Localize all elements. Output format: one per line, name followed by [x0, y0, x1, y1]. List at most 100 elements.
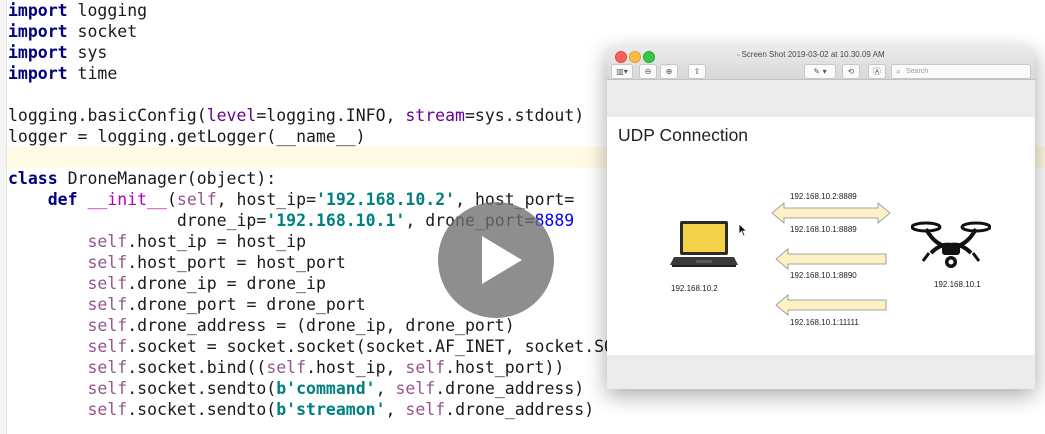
- code-token: self: [266, 358, 307, 377]
- annotate-icon: Ⓐ: [873, 67, 881, 76]
- code-token: self: [87, 316, 128, 335]
- code-token: '192.168.10.2': [316, 190, 456, 209]
- code-line[interactable]: import sys: [8, 42, 107, 63]
- code-line[interactable]: self.socket = socket.socket(socket.AF_IN…: [8, 336, 703, 357]
- zoom-in-icon: ⊕: [665, 67, 673, 76]
- code-line[interactable]: self.socket.sendto(b'command', self.dron…: [8, 378, 584, 399]
- code-token: ,: [375, 379, 396, 398]
- code-token: socket: [67, 22, 138, 41]
- arrow-2-label: 192.168.10.1:8890: [790, 271, 857, 280]
- code-token: self: [87, 274, 128, 293]
- zoom-out-icon: ⊖: [644, 67, 652, 76]
- code-token: import: [8, 43, 68, 62]
- close-window-button[interactable]: [615, 51, 627, 63]
- laptop-icon: [670, 221, 738, 267]
- drone-icon: [911, 221, 991, 268]
- code-token: import: [8, 64, 68, 83]
- code-token: self: [87, 232, 128, 251]
- zoom-out-button[interactable]: ⊖: [639, 64, 657, 79]
- code-token: .drone_address): [435, 379, 585, 398]
- code-token: self: [405, 358, 446, 377]
- code-token: .host_ip = host_ip: [127, 232, 307, 251]
- code-token: self: [87, 358, 128, 377]
- code-token: , host_ip=: [216, 190, 317, 209]
- code-line[interactable]: self.drone_address = (drone_ip, drone_po…: [8, 315, 515, 336]
- code-token: DroneManager(object):: [57, 169, 277, 188]
- code-token: .socket.bind((: [127, 358, 267, 377]
- code-token: =sys.stdout): [464, 106, 585, 125]
- code-token: self: [87, 295, 128, 314]
- code-token: class: [8, 169, 58, 188]
- minimize-window-button[interactable]: [629, 51, 641, 63]
- code-token: .drone_address = (drone_ip, drone_port): [127, 316, 515, 335]
- code-line[interactable]: self.socket.sendto(b'streamon', self.dro…: [8, 399, 594, 420]
- slide-content: UDP Connection 192.168.10.2 192.168.10.2…: [607, 117, 1035, 355]
- code-token: .host_ip,: [306, 358, 406, 377]
- code-token: sys: [67, 43, 108, 62]
- left-arrow-11111: [775, 294, 887, 316]
- share-button[interactable]: ⇧: [688, 64, 706, 79]
- code-token: def: [47, 190, 78, 209]
- sidebar-icon: ▥▾: [616, 67, 628, 76]
- code-line[interactable]: self.drone_ip = drone_ip: [8, 273, 326, 294]
- code-token: b'command': [276, 379, 376, 398]
- preview-window[interactable]: ▫ Screen Shot 2019-03-02 at 10.30.09 AM …: [607, 47, 1035, 389]
- code-token: stream: [405, 106, 465, 125]
- code-token: self: [395, 379, 436, 398]
- editor-gutter: [0, 0, 7, 434]
- laptop-ip-label: 192.168.10.2: [671, 284, 718, 293]
- code-line[interactable]: import time: [8, 63, 117, 84]
- code-token: .drone_address): [445, 400, 595, 419]
- code-token: logging.basicConfig(: [8, 106, 207, 125]
- code-token: import: [8, 1, 68, 20]
- markup-icon: ✎ ▾: [813, 67, 827, 76]
- window-titlebar[interactable]: ▫ Screen Shot 2019-03-02 at 10.30.09 AM …: [607, 47, 1035, 80]
- code-token: .socket.sendto(: [127, 400, 277, 419]
- code-token: logger = logging.getLogger(__name__): [8, 127, 366, 146]
- markup-button[interactable]: ✎ ▾: [804, 64, 836, 79]
- code-line[interactable]: import logging: [8, 0, 147, 21]
- zoom-in-button[interactable]: ⊕: [660, 64, 678, 79]
- annotate-button[interactable]: Ⓐ: [868, 64, 886, 79]
- code-line[interactable]: self.drone_port = drone_port: [8, 294, 365, 315]
- code-line[interactable]: self.host_ip = host_ip: [8, 231, 306, 252]
- cursor-icon: [738, 223, 748, 237]
- sidebar-toggle-button[interactable]: ▥▾: [611, 64, 633, 79]
- code-line[interactable]: logger = logging.getLogger(__name__): [8, 126, 366, 147]
- code-token: (: [166, 190, 177, 209]
- zoom-window-button[interactable]: [643, 51, 655, 63]
- code-line[interactable]: self.socket.bind((self.host_ip, self.hos…: [8, 357, 564, 378]
- code-token: .host_port)): [445, 358, 565, 377]
- code-token: .drone_ip = drone_ip: [127, 274, 326, 293]
- code-token: '192.168.10.1': [266, 211, 406, 230]
- play-button[interactable]: [438, 202, 554, 318]
- arrow-3-label: 192.168.10.1:11111: [790, 318, 859, 327]
- search-icon: ⌕: [896, 67, 901, 76]
- rotate-button[interactable]: ⟲: [842, 64, 860, 79]
- code-token: .host_port = host_port: [127, 253, 346, 272]
- search-placeholder: Search: [906, 68, 929, 75]
- code-token: self: [87, 253, 128, 272]
- code-token: self: [87, 379, 128, 398]
- code-line[interactable]: import socket: [8, 21, 137, 42]
- code-line[interactable]: class DroneManager(object):: [8, 168, 276, 189]
- window-title: ▫ Screen Shot 2019-03-02 at 10.30.09 AM: [737, 50, 885, 59]
- arrow-1-top-label: 192.168.10.2:8889: [790, 192, 857, 201]
- code-token: ,: [385, 400, 406, 419]
- left-arrow-8890: [775, 248, 887, 270]
- code-line[interactable]: self.host_port = host_port: [8, 252, 346, 273]
- code-token: self: [87, 400, 128, 419]
- code-token: =logging.INFO,: [256, 106, 406, 125]
- code-line[interactable]: logging.basicConfig(level=logging.INFO, …: [8, 105, 584, 126]
- double-arrow: [771, 202, 891, 224]
- code-token: level: [206, 106, 257, 125]
- search-field[interactable]: ⌕ Search: [891, 64, 1031, 79]
